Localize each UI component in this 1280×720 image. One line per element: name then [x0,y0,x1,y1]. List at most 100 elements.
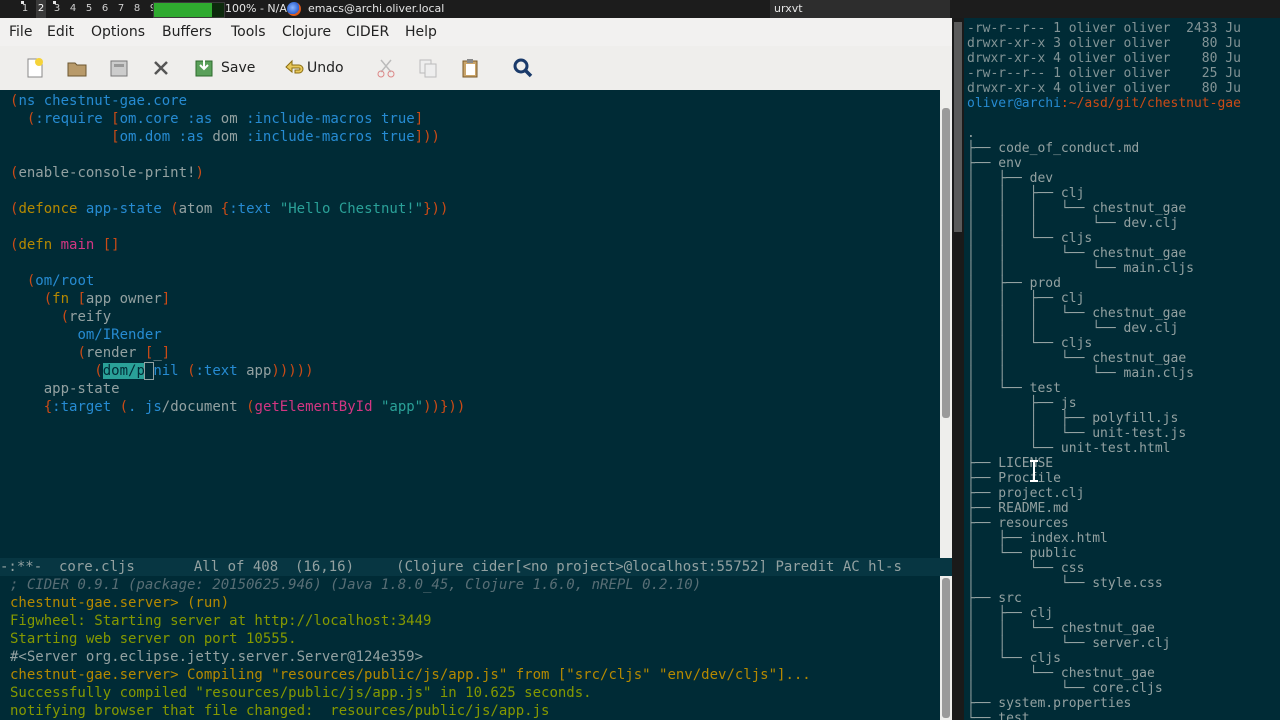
terminal-ls-line: -rw-r--r-- 1 oliver oliver 25 Ju [967,66,1241,81]
tree-entry: │ │ ├── clj [967,186,1085,201]
terminal-scrollbar-thumb[interactable] [954,22,962,232]
terminal-ls-line: -rw-r--r-- 1 oliver oliver 2433 Ju [967,21,1241,36]
tree-entry: │ └── css [967,561,1085,576]
tree-entry: │ ├── clj [967,606,1054,621]
search-icon [513,58,533,78]
menu-options[interactable]: Options [91,24,145,40]
save-button[interactable]: Save [193,55,255,81]
open-folder-button[interactable] [66,55,88,81]
workspace-2[interactable]: 2 [36,0,46,18]
terminal-prompt: oliver@archi:~/asd/git/chestnut-gae [967,96,1241,111]
urxvt-terminal[interactable]: -rw-r--r-- 1 oliver oliver 2433 Ju drwxr-… [952,18,1280,720]
tree-entry: │ └── public [967,546,1077,561]
tree-entry: │ │ └── main.cljs [967,366,1194,381]
tree-entry: │ └── style.css [967,576,1163,591]
open-dir-button[interactable] [108,55,130,81]
tree-entry: │ │ ├── clj [967,291,1085,306]
repl-line: Figwheel: Starting server at http://loca… [10,613,432,629]
workspace-4[interactable]: 4 [68,0,78,18]
code-line-14: om/IRender [77,327,162,343]
tree-entry: │ └── core.cljs [967,681,1163,696]
tree-entry: │ │ └── chestnut_gae [967,621,1155,636]
close-buffer-button[interactable] [150,55,172,81]
tree-entry: . [967,126,975,141]
folder-icon [67,62,87,77]
copy-icon [419,59,437,78]
code-line-13: (reify [60,309,112,325]
tree-entry: │ └── unit-test.html [967,441,1171,456]
menu-clojure[interactable]: Clojure [282,24,331,40]
save-icon [195,60,213,77]
code-line-1: (ns chestnut-gae.core [10,93,188,109]
search-button[interactable] [512,55,534,81]
repl-line: notifying browser that file changed: res… [10,703,550,719]
menu-edit[interactable]: Edit [47,24,74,40]
cpu-load-graph [153,2,225,18]
cpu-load-fill [154,3,213,17]
emacs-window: File Edit Options Buffers Tools Clojure … [0,18,952,720]
prompt-path: :~/asd/git/chestnut-gae [1060,96,1241,111]
paste-button[interactable] [459,55,481,81]
terminal-scrollbar[interactable] [952,18,964,720]
terminal-ls-line: drwxr-xr-x 3 oliver oliver 80 Ju [967,36,1241,51]
tree-entry: │ │ └── cljs [967,231,1093,246]
tree-entry: │ │ └── main.cljs [967,261,1194,276]
close-icon [154,61,168,75]
menu-buffers[interactable]: Buffers [162,24,212,40]
repl-line: #<Server org.eclipse.jetty.server.Server… [10,649,424,665]
undo-button[interactable]: Undo [283,55,344,81]
workspace-7[interactable]: 7 [116,0,126,18]
top-status-bar: 1 2 3 4 5 6 7 8 9 100% - N/A emacs@archi… [0,0,1280,18]
terminal-ls-line: drwxr-xr-x 4 oliver oliver 80 Ju [967,51,1241,66]
tree-entry: │ ├── dev [967,171,1054,186]
menu-cider[interactable]: CIDER [346,24,389,40]
workspace-6[interactable]: 6 [100,0,110,18]
tree-entry: ├── code_of_conduct.md [967,141,1140,156]
save-label: Save [221,60,256,76]
tree-entry: │ │ └── chestnut_gae [967,246,1187,261]
tool-bar: Save Undo [0,46,952,91]
workspace-8[interactable]: 8 [132,0,142,18]
tree-entry: │ │ │ └── dev.clj [967,216,1179,231]
tree-entry: │ │ │ └── dev.clj [967,321,1179,336]
repl-line: chestnut-gae.server> Compiling "resource… [10,667,811,683]
code-line-11: (om/root [26,273,95,289]
code-line-15: (render [_] [77,345,171,361]
tree-entry: │ │ ├── polyfill.js [967,411,1179,426]
editor-scrollbar-thumb[interactable] [942,108,950,418]
tree-entry: │ │ └── server.clj [967,636,1171,651]
urxvt-window-tab[interactable]: urxvt [770,0,950,18]
menu-tools[interactable]: Tools [231,24,266,40]
cider-repl[interactable]: ; CIDER 0.9.1 (package: 20150625.946) (J… [0,576,940,720]
copy-button[interactable] [417,55,439,81]
tree-entry: ├── project.clj [967,486,1085,501]
code-line-16: (dom/p nil (:text app))))) [94,362,314,380]
tree-entry: │ ├── index.html [967,531,1108,546]
emacs-window-title[interactable]: emacs@archi.oliver.local [308,0,444,18]
code-line-18: {:target (. js/document (getElementById … [43,399,466,415]
tree-entry: ├── resources [967,516,1069,531]
cut-button[interactable] [375,55,397,81]
tree-entry: ├── Procfile [967,471,1061,486]
tree-entry: │ ├── js [967,396,1077,411]
code-line-12: (fn [app owner] [43,291,171,307]
repl-line: chestnut-gae.server> (run) [10,595,230,611]
repl-line: ; CIDER 0.9.1 (package: 20150625.946) (J… [10,577,702,593]
menu-file[interactable]: File [9,24,32,40]
battery-status: 100% - N/A [225,2,287,15]
clipboard-icon [462,59,478,78]
repl-line: Starting web server on port 10555. [10,631,297,647]
tree-entry: ├── env [967,156,1022,171]
tree-entry: ├── system.properties [967,696,1132,711]
workspace-3[interactable]: 3 [52,0,62,18]
workspace-5[interactable]: 5 [84,0,94,18]
repl-scrollbar-thumb[interactable] [942,578,950,718]
tree-entry: │ │ └── unit-test.js [967,426,1187,441]
workspace-1[interactable]: 1 [20,0,30,18]
tree-entry: │ └── cljs [967,651,1061,666]
tree-entry: │ └── chestnut_gae [967,666,1155,681]
menu-help[interactable]: Help [405,24,437,40]
code-editor[interactable]: (ns chestnut-gae.core (:require [om.core… [0,90,940,558]
tree-entry: ├── src [967,591,1022,606]
new-file-button[interactable] [24,55,46,81]
